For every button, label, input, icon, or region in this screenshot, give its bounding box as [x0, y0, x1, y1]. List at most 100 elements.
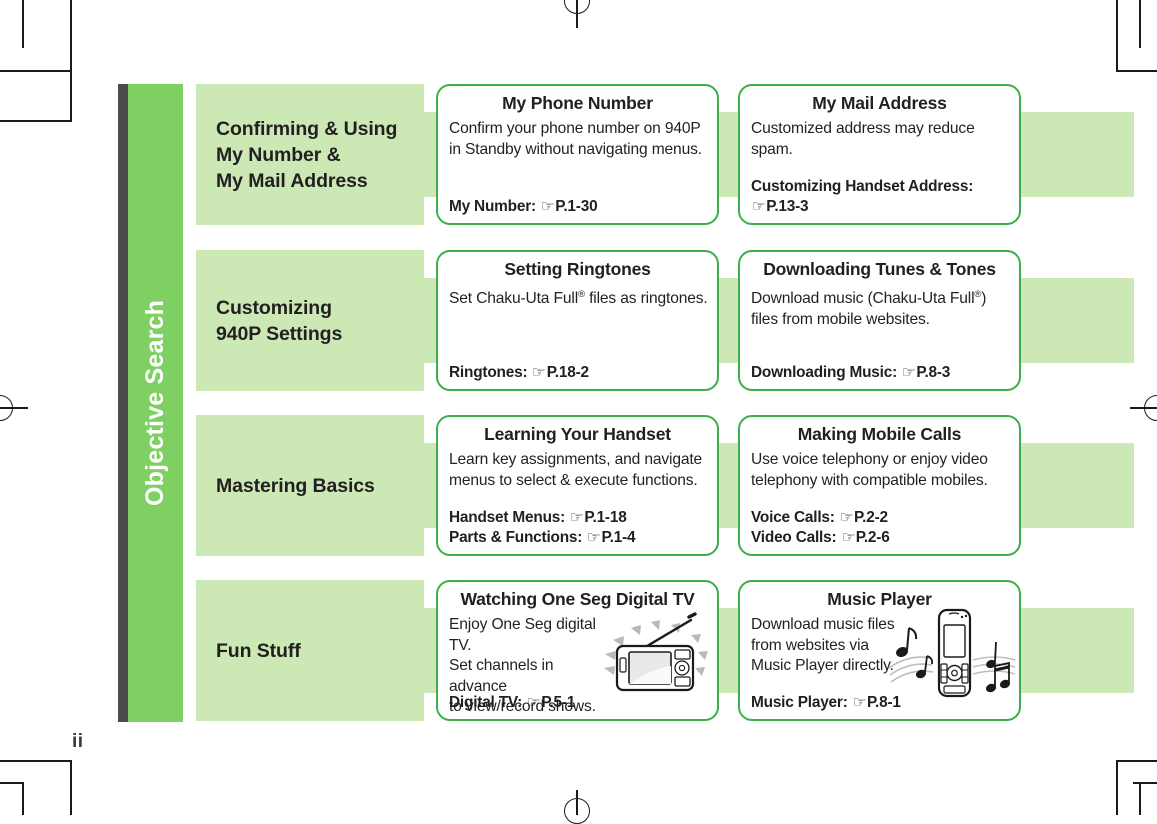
reference-page: P.1-4	[601, 529, 636, 546]
crop-mark-bottom-left-vertical	[70, 760, 72, 815]
card-description-line: in Standby without navigating menus.	[449, 140, 702, 158]
registration-mark-top-line-v	[576, 0, 578, 28]
reference-label: Customizing Handset Address:	[751, 178, 974, 195]
card-reference-link[interactable]: Handset Menus: ☞P.1-18	[449, 508, 635, 528]
category-title-line: Fun Stuff	[216, 640, 301, 662]
card-title: Watching One Seg Digital TV	[460, 589, 695, 609]
reference-page: P.18-2	[546, 364, 589, 381]
crop-mark-bottom-left-horizontal	[0, 760, 70, 762]
registration-mark-right-line-h	[1130, 407, 1157, 409]
crop-mark-bottom-left-inner-v	[22, 782, 24, 815]
topic-card-making-mobile-calls[interactable]: Making Mobile Calls Use voice telephony …	[738, 415, 1021, 556]
card-description-line: files from mobile websites.	[751, 310, 930, 328]
topic-card-music-player[interactable]: Music Player Download music files from w…	[738, 580, 1021, 721]
card-reference-links: Ringtones: ☞P.18-2	[449, 363, 589, 383]
card-description: Use voice telephony or enjoy video telep…	[751, 450, 1015, 491]
card-reference-links: Digital TV: ☞P.5-1	[449, 693, 575, 713]
reference-label: My Number:	[449, 198, 536, 215]
card-title: My Mail Address	[812, 93, 947, 113]
registered-trademark-icon: ®	[578, 289, 585, 300]
card-reference-links: Handset Menus: ☞P.1-18 Parts & Functions…	[449, 508, 636, 548]
card-title: Making Mobile Calls	[797, 424, 962, 444]
category-title: Fun Stuff	[216, 638, 426, 664]
card-title: Downloading Tunes & Tones	[763, 259, 996, 279]
category-title-line: My Mail Address	[216, 170, 368, 192]
crop-mark-top-right-inner-v	[1139, 0, 1141, 48]
reference-page: P.5-1	[541, 694, 576, 711]
pointing-hand-icon: ☞	[569, 509, 584, 526]
card-reference-link[interactable]: Customizing Handset Address: ☞P.13-3	[751, 177, 973, 217]
card-reference-link[interactable]: My Number: ☞P.1-30	[449, 197, 598, 217]
card-description-line: Confirm your phone number on 940P	[449, 120, 701, 137]
card-reference-links: My Number: ☞P.1-30	[449, 197, 598, 217]
pointing-hand-icon: ☞	[839, 509, 854, 526]
crop-mark-bottom-right-horizontal	[1116, 760, 1157, 762]
reference-label: Parts & Functions:	[449, 529, 583, 546]
registration-mark-bottom-line-v	[576, 790, 578, 815]
category-title-line: Mastering Basics	[216, 475, 375, 497]
card-description: Confirm your phone number on 940P in Sta…	[449, 119, 713, 160]
page-number: ii	[72, 731, 84, 752]
card-description: Customized address may reduce spam.	[751, 119, 1015, 160]
crop-mark-top-right-vertical	[1116, 0, 1118, 70]
topic-card-watching-one-seg-digital-tv[interactable]: Watching One Seg Digital TV Enjoy One Se…	[436, 580, 719, 721]
category-title: Customizing 940P Settings	[216, 295, 426, 347]
reference-page: P.13-3	[766, 198, 809, 215]
card-reference-link[interactable]: Downloading Music: ☞P.8-3	[751, 363, 950, 383]
reference-page: P.1-30	[555, 198, 598, 215]
reference-label: Video Calls:	[751, 529, 837, 546]
card-description-line: Set Chaku-Uta Full® files as ringtones.	[449, 289, 708, 308]
reference-page: P.2-2	[854, 509, 888, 526]
card-description-line: menus to select & execute functions.	[449, 471, 698, 489]
crop-mark-top-left-vertical	[70, 0, 72, 70]
crop-mark-top-left-horizontal	[0, 70, 70, 72]
reference-page: P.8-1	[866, 694, 901, 711]
topic-card-my-phone-number[interactable]: My Phone Number Confirm your phone numbe…	[436, 84, 719, 225]
crop-mark-top-left-inner-h	[0, 120, 70, 122]
category-title-line: 940P Settings	[216, 323, 343, 345]
crop-mark-top-left-edge-v	[70, 70, 72, 122]
topic-card-my-mail-address[interactable]: My Mail Address Customized address may r…	[738, 84, 1021, 225]
reference-label: Ringtones:	[449, 364, 528, 381]
card-reference-link[interactable]: Parts & Functions: ☞P.1-4	[449, 528, 636, 548]
card-reference-link[interactable]: Digital TV: ☞P.5-1	[449, 693, 575, 713]
card-reference-links: Customizing Handset Address: ☞P.13-3	[751, 177, 973, 217]
category-title-line: Customizing	[216, 297, 332, 319]
category-title-line: Confirming & Using	[216, 118, 398, 140]
topic-card-setting-ringtones[interactable]: Setting Ringtones Set Chaku-Uta Full® fi…	[436, 250, 719, 391]
reference-label: Music Player:	[751, 694, 848, 711]
category-title: Mastering Basics	[216, 473, 426, 499]
sidebar-title: Objective Search	[141, 299, 169, 507]
reference-label: Voice Calls:	[751, 509, 835, 526]
card-description-line: Download music (Chaku-Uta Full®)	[751, 289, 987, 308]
card-description-line: Use voice telephony or enjoy video	[751, 451, 988, 468]
card-description: Learn key assignments, and navigate menu…	[449, 450, 713, 491]
crop-mark-bottom-right-inner-v	[1139, 782, 1141, 815]
card-reference-links: Music Player: ☞P.8-1	[751, 693, 901, 713]
card-reference-link[interactable]: Video Calls: ☞P.2-6	[751, 528, 890, 548]
crop-mark-bottom-left-inner-h	[0, 782, 24, 784]
card-reference-link[interactable]: Voice Calls: ☞P.2-2	[751, 508, 890, 528]
card-title: Learning Your Handset	[484, 424, 671, 444]
pointing-hand-icon: ☞	[540, 198, 555, 215]
card-description-line: Set channels in advance	[449, 657, 554, 695]
card-reference-link[interactable]: Music Player: ☞P.8-1	[751, 693, 901, 713]
card-description: Download music (Chaku-Uta Full®) files f…	[751, 285, 1015, 330]
crop-mark-top-left-inner-v	[22, 0, 24, 48]
category-title: Confirming & Using My Number & My Mail A…	[216, 116, 426, 194]
topic-card-downloading-tunes-tones[interactable]: Downloading Tunes & Tones Download music…	[738, 250, 1021, 391]
handset-tv-antenna-illustration	[604, 612, 708, 692]
reference-page: P.8-3	[916, 364, 951, 381]
card-reference-link[interactable]: Ringtones: ☞P.18-2	[449, 363, 589, 383]
card-description-line: Customized address may reduce spam.	[751, 120, 975, 158]
topic-card-learning-your-handset[interactable]: Learning Your Handset Learn key assignme…	[436, 415, 719, 556]
reference-page: P.2-6	[855, 529, 890, 546]
card-title: My Phone Number	[502, 93, 653, 113]
pointing-hand-icon: ☞	[852, 694, 867, 711]
card-title: Setting Ringtones	[504, 259, 651, 279]
pointing-hand-icon: ☞	[532, 364, 547, 381]
objective-search-sidebar: Objective Search	[118, 84, 183, 722]
reference-label: Handset Menus:	[449, 509, 566, 526]
pointing-hand-icon: ☞	[751, 198, 766, 215]
card-description: Set Chaku-Uta Full® files as ringtones.	[449, 285, 713, 310]
